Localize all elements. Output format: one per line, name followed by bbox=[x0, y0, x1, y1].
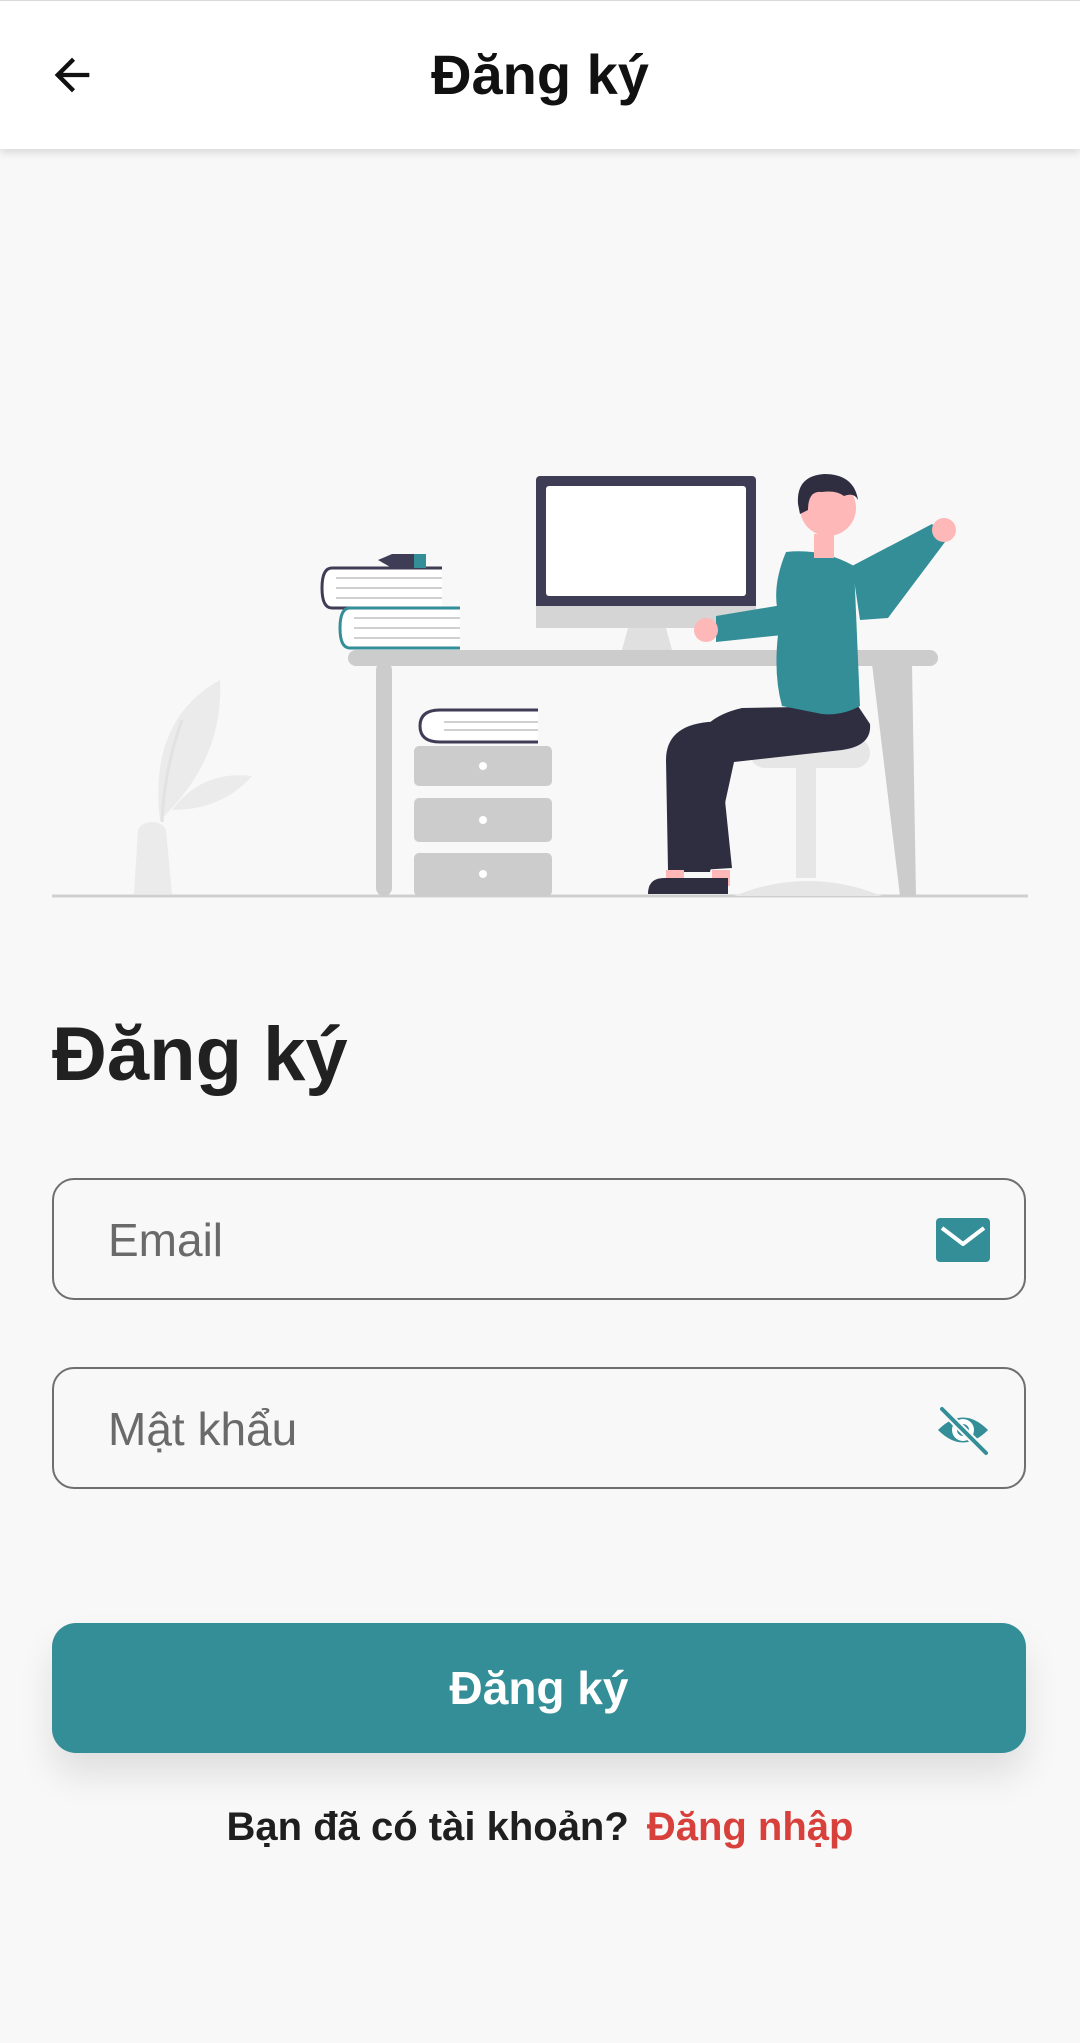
email-field[interactable] bbox=[52, 1178, 1026, 1300]
login-prompt: Bạn đã có tài khoản? Đăng nhập bbox=[0, 1805, 1080, 1850]
envelope-icon bbox=[936, 1218, 990, 1262]
app-bar: Đăng ký bbox=[0, 0, 1080, 149]
signup-illustration bbox=[52, 474, 1028, 898]
email-input[interactable] bbox=[106, 1180, 890, 1300]
password-input[interactable] bbox=[106, 1369, 890, 1489]
plant-decoration bbox=[134, 680, 252, 894]
app-bar-title: Đăng ký bbox=[431, 43, 649, 106]
password-field[interactable] bbox=[52, 1367, 1026, 1489]
login-link[interactable]: Đăng nhập bbox=[647, 1805, 854, 1849]
eye-off-icon[interactable] bbox=[936, 1403, 990, 1457]
page-heading: Đăng ký bbox=[52, 1012, 348, 1097]
signup-button[interactable]: Đăng ký bbox=[52, 1623, 1026, 1753]
login-prompt-text: Bạn đã có tài khoản? bbox=[226, 1805, 629, 1849]
